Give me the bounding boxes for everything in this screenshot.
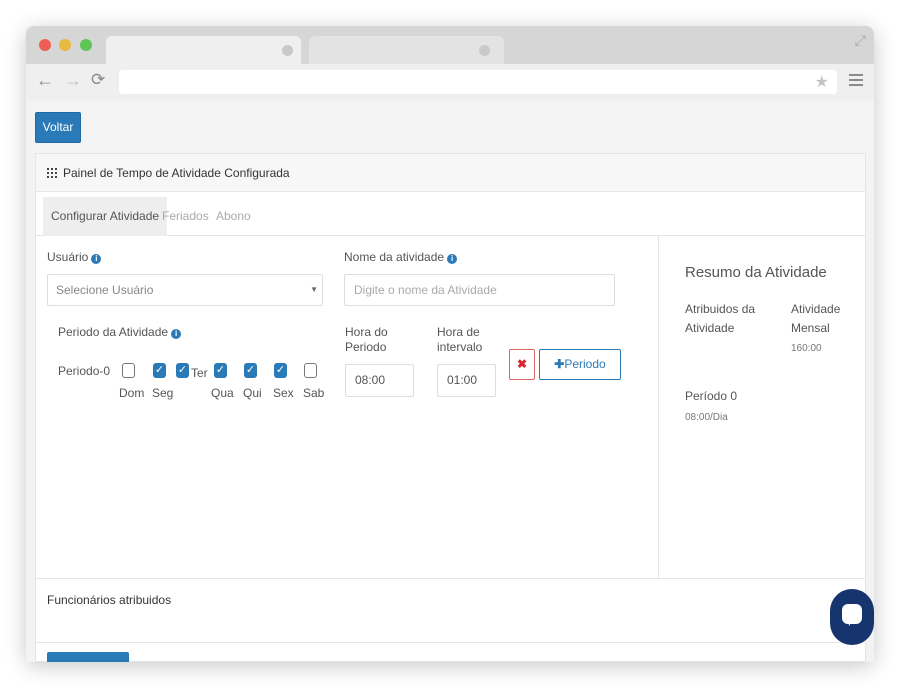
minimize-window-dot[interactable] [59, 39, 71, 51]
chevron-down-icon: ▼ [310, 285, 318, 294]
checkbox-dom[interactable] [122, 363, 135, 378]
interval-input[interactable]: 01:00 [437, 364, 496, 397]
activity-name-label: Nome da atividade i [344, 250, 458, 264]
info-icon[interactable]: i [447, 254, 458, 264]
panel-title: Painel de Tempo de Atividade Configurada [63, 166, 290, 180]
star-icon[interactable]: ★ [815, 72, 829, 92]
assigned-action-button[interactable] [47, 652, 129, 662]
browser-window: ⤢ ← → ⟳ ★ Voltar Painel de Tempo de Ativ… [26, 26, 874, 662]
activity-panel: Painel de Tempo de Atividade Configurada… [35, 153, 866, 662]
checkbox-qui[interactable]: ✓ [244, 363, 257, 378]
checkbox-sab[interactable] [304, 363, 317, 378]
hamburger-menu-icon[interactable] [849, 74, 863, 89]
tab-feriados[interactable]: Feriados [162, 197, 209, 236]
day-label-ter: Ter [191, 366, 208, 380]
panel-header: Painel de Tempo de Atividade Configurada [36, 154, 865, 192]
summary-monthly-header: Atividade Mensal [791, 302, 841, 335]
summary-title: Resumo da Atividade [685, 264, 827, 281]
add-period-button[interactable]: ✚Periodo [539, 349, 621, 380]
chat-widget-button[interactable] [830, 589, 874, 645]
section-divider [36, 578, 865, 579]
page-content: Voltar Painel de Tempo de Atividade Conf… [26, 100, 874, 662]
url-bar[interactable]: ★ [119, 70, 837, 94]
day-label-dom: Dom [119, 386, 145, 400]
summary-column: Resumo da Atividade Atribuidos da Ativid… [658, 236, 865, 578]
day-label-sex: Sex [273, 386, 294, 400]
summary-assigned-header: Atribuidos da Atividade [685, 302, 756, 335]
tab-close-icon[interactable] [479, 45, 490, 56]
interval-label: Hora de intervalo [437, 325, 483, 354]
day-label-qui: Qui [243, 386, 262, 400]
checkbox-seg[interactable]: ✓ [153, 363, 166, 378]
close-window-dot[interactable] [39, 39, 51, 51]
summary-period-value: 08:00/Dia [685, 412, 728, 423]
tab-bar: Configurar Atividade Feriados Abono [36, 193, 865, 236]
section-divider [36, 642, 865, 643]
tab-close-icon[interactable] [282, 45, 293, 56]
arrow-right-icon[interactable]: → [64, 71, 82, 89]
user-select[interactable]: Selecione Usuário ▼ [47, 274, 323, 306]
browser-tab-2[interactable] [309, 36, 504, 66]
tab-configurar-atividade[interactable]: Configurar Atividade [43, 197, 168, 236]
maximize-window-dot[interactable] [80, 39, 92, 51]
remove-period-button[interactable]: ✖ [509, 349, 535, 380]
info-icon[interactable]: i [171, 329, 182, 339]
checkbox-ter[interactable]: ✓ [176, 363, 189, 378]
arrow-left-icon[interactable]: ← [36, 71, 54, 89]
summary-monthly-value: 160:00 [791, 343, 822, 354]
day-label-sab: Sab [303, 386, 325, 400]
reload-icon[interactable]: ⟳ [91, 71, 105, 89]
activity-name-input[interactable]: Digite o nome da Atividade [344, 274, 615, 306]
period-section-label: Periodo da Atividade i [58, 325, 182, 339]
browser-toolbar: ← → ⟳ ★ [26, 64, 874, 100]
checkbox-qua[interactable]: ✓ [214, 363, 227, 378]
close-icon: ✖ [516, 357, 528, 371]
back-button[interactable]: Voltar [35, 112, 81, 143]
plus-icon: ✚ [554, 357, 565, 371]
day-label-seg: Seg [152, 386, 174, 400]
tab-abono[interactable]: Abono [216, 197, 251, 236]
summary-period-label: Período 0 [685, 389, 738, 403]
user-label: Usuário i [47, 250, 102, 264]
chat-bubble-tail [844, 618, 850, 626]
expand-icon[interactable]: ⤢ [855, 32, 866, 49]
period-row-label: Periodo-0 [58, 364, 111, 378]
checkbox-sex[interactable]: ✓ [274, 363, 287, 378]
period-start-input[interactable]: 08:00 [345, 364, 414, 397]
info-icon[interactable]: i [91, 254, 102, 264]
period-start-label: Hora do Periodo [345, 325, 388, 354]
day-label-qua: Qua [211, 386, 234, 400]
assigned-employees-title: Funcionários atribuidos [47, 593, 172, 607]
grid-icon [47, 168, 57, 178]
browser-tab-1[interactable] [106, 36, 301, 66]
